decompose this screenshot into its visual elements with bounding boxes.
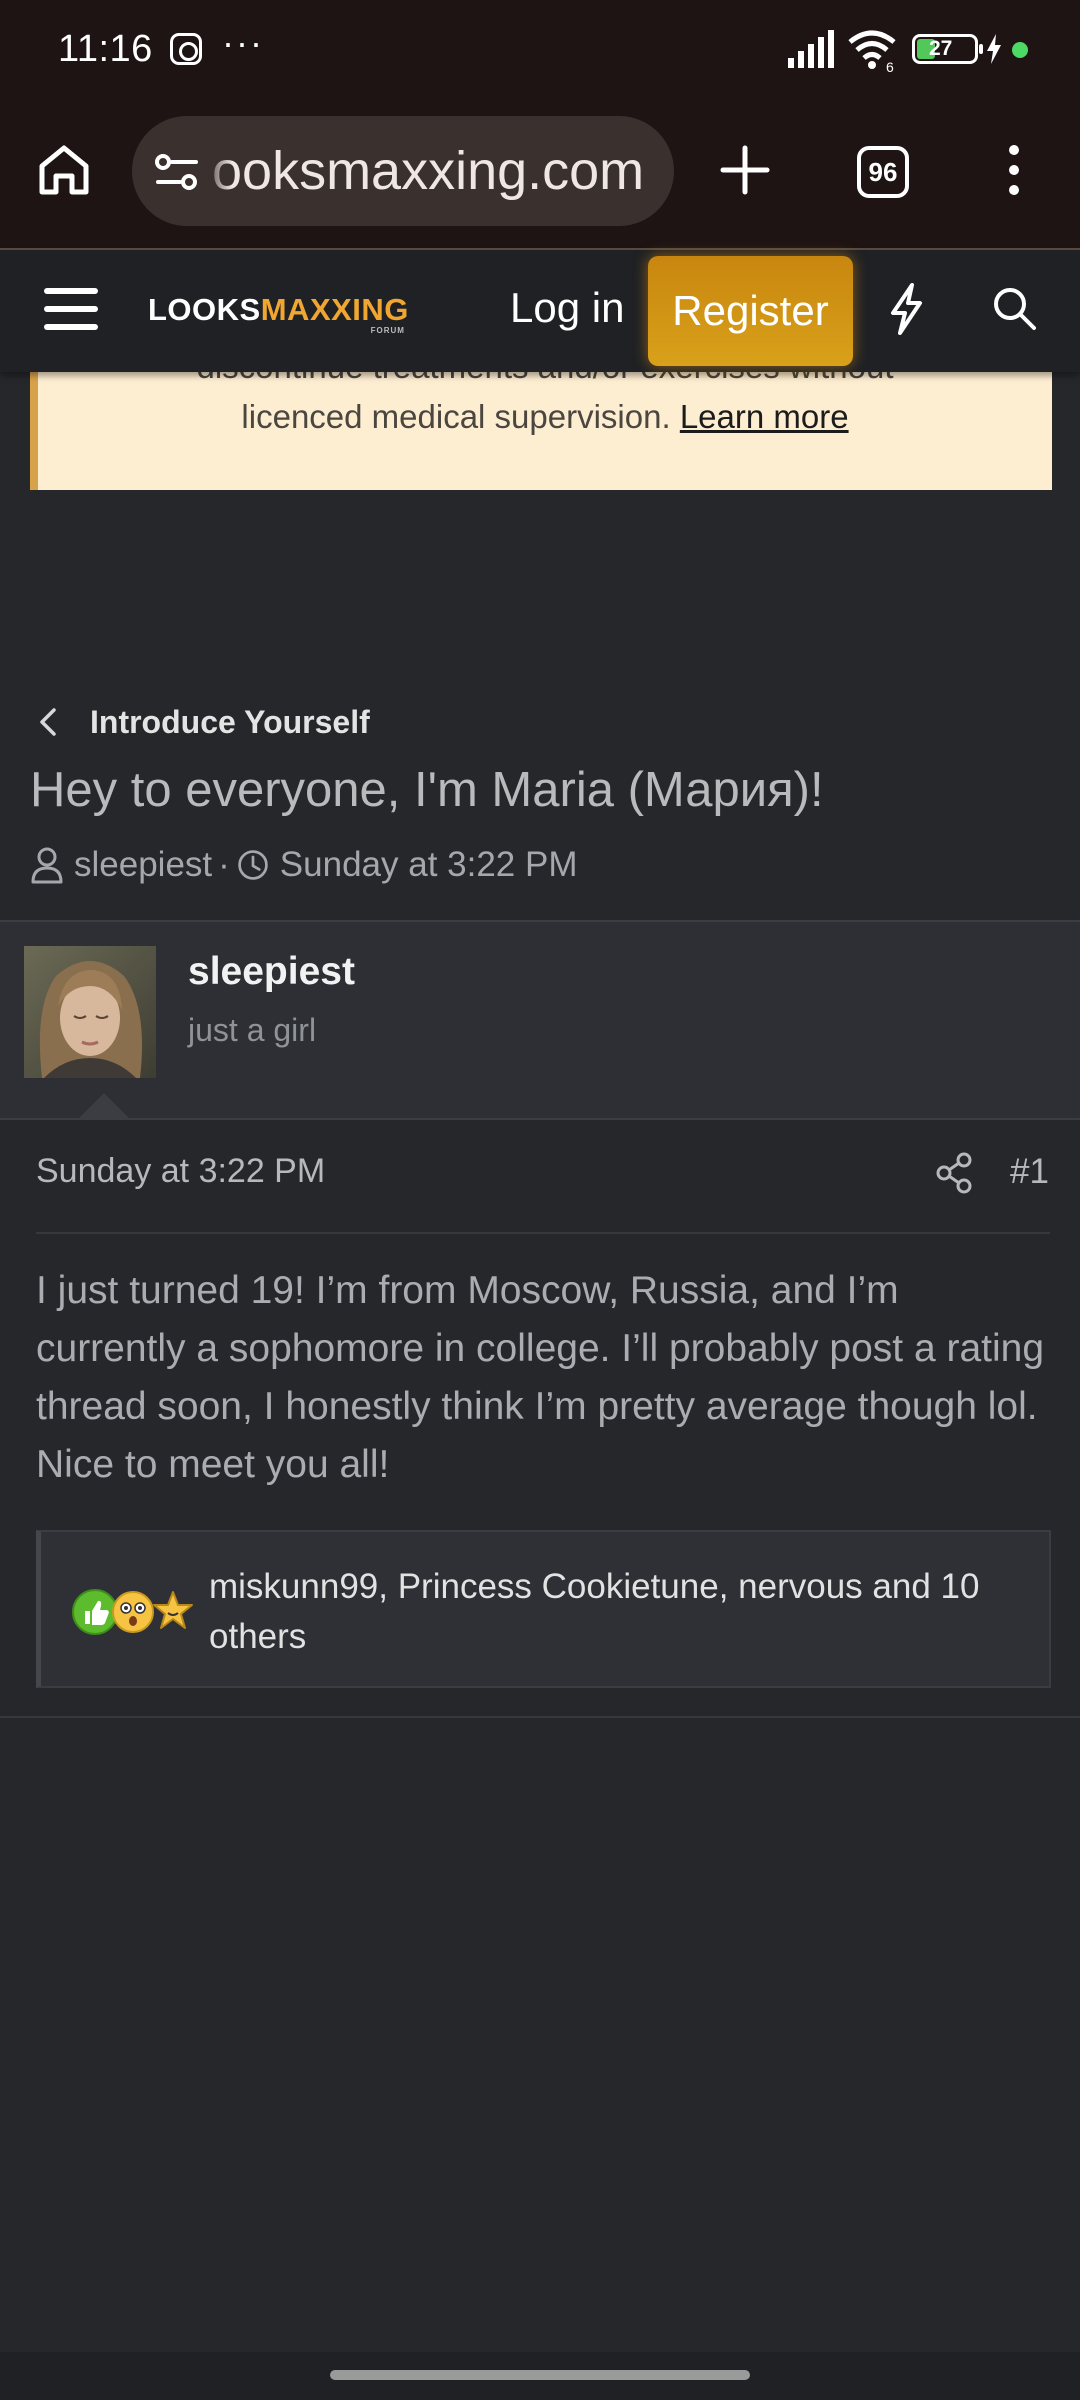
privacy-indicator-dot (1012, 42, 1028, 58)
svg-text:6: 6 (886, 59, 894, 72)
notice-line-2: licenced medical supervision. Learn more (241, 398, 849, 435)
chevron-left-icon (40, 708, 56, 736)
user-title: just a girl (188, 1012, 317, 1048)
post-date[interactable]: Sunday at 3:22 PM (36, 1152, 325, 1191)
reactions-bar[interactable]: miskunn99, Princess Cookietune, nervous … (36, 1530, 1051, 1688)
whats-new-bolt-icon[interactable] (886, 282, 926, 336)
thread-date[interactable]: Sunday at 3:22 PM (280, 845, 578, 885)
url-text[interactable]: ooksmaxxing.com (212, 140, 644, 202)
medical-notice-banner: discontinue treatments and/or exercises … (30, 360, 1052, 490)
home-gesture-handle[interactable] (330, 2370, 750, 2380)
logo-forum-text: FORUM (370, 326, 405, 335)
tab-switcher-button[interactable]: 96 (857, 146, 909, 198)
search-icon[interactable] (990, 284, 1038, 332)
charging-icon (987, 34, 1001, 64)
gesture-bar (0, 2352, 1080, 2400)
clock-icon (238, 850, 268, 880)
logo-looks-text: LOOKS (148, 292, 261, 327)
battery-level: 27 (929, 37, 953, 60)
wifi-icon: 6 (848, 30, 896, 72)
address-bar[interactable]: ooksmaxxing.com (132, 116, 674, 226)
thread-meta: sleepiest · Sunday at 3:22 PM (30, 845, 578, 885)
login-link[interactable]: Log in (510, 284, 624, 332)
site-settings-icon[interactable] (154, 152, 200, 192)
browser-toolbar: ooksmaxxing.com 96 (0, 100, 1080, 248)
thumbs-up-icon (72, 1589, 118, 1635)
site-logo[interactable]: LOOKSMAXXING FORUM (148, 292, 409, 335)
flushed-face-icon (112, 1591, 154, 1633)
home-icon[interactable] (36, 142, 92, 198)
status-bar: 11:16 ··· 6 27 (0, 0, 1080, 100)
site-header: LOOKSMAXXING FORUM Log in Register (0, 248, 1080, 372)
thread-author[interactable]: sleepiest (74, 845, 212, 885)
post-body: I just turned 19! I’m from Moscow, Russi… (36, 1269, 1045, 1486)
reaction-icons (72, 1589, 193, 1635)
instagram-notification-icon (170, 33, 202, 65)
status-time: 11:16 (58, 28, 153, 70)
post-username[interactable]: sleepiest (188, 950, 355, 994)
user-block-arrow (78, 1093, 130, 1119)
share-icon[interactable] (934, 1152, 974, 1194)
browser-menu-icon[interactable] (1000, 140, 1028, 200)
avatar[interactable] (24, 946, 156, 1078)
breadcrumb-label[interactable]: Introduce Yourself (90, 704, 370, 741)
logo-maxxing-text: MAXXING (260, 292, 409, 327)
meta-separator: · (218, 845, 230, 884)
hamburger-menu-icon[interactable] (44, 286, 98, 332)
battery-icon: 27 (912, 34, 983, 64)
thread-title: Hey to everyone, I'm Maria (Мария)! (30, 763, 824, 817)
learn-more-link[interactable]: Learn more (680, 398, 849, 435)
user-icon (31, 847, 63, 884)
star-face-icon (153, 1591, 193, 1629)
register-button[interactable]: Register (648, 256, 853, 366)
new-tab-icon[interactable] (715, 140, 775, 200)
reactions-text[interactable]: miskunn99, Princess Cookietune, nervous … (209, 1562, 1019, 1662)
post-user-block: sleepiest just a girl (0, 920, 1080, 1120)
breadcrumb[interactable]: Introduce Yourself (36, 700, 370, 744)
post-end-divider (0, 1716, 1080, 1718)
more-notifications-icon: ··· (222, 22, 264, 63)
signal-icon (788, 30, 834, 68)
post-number-link[interactable]: #1 (1010, 1152, 1049, 1192)
post-divider (36, 1232, 1050, 1234)
